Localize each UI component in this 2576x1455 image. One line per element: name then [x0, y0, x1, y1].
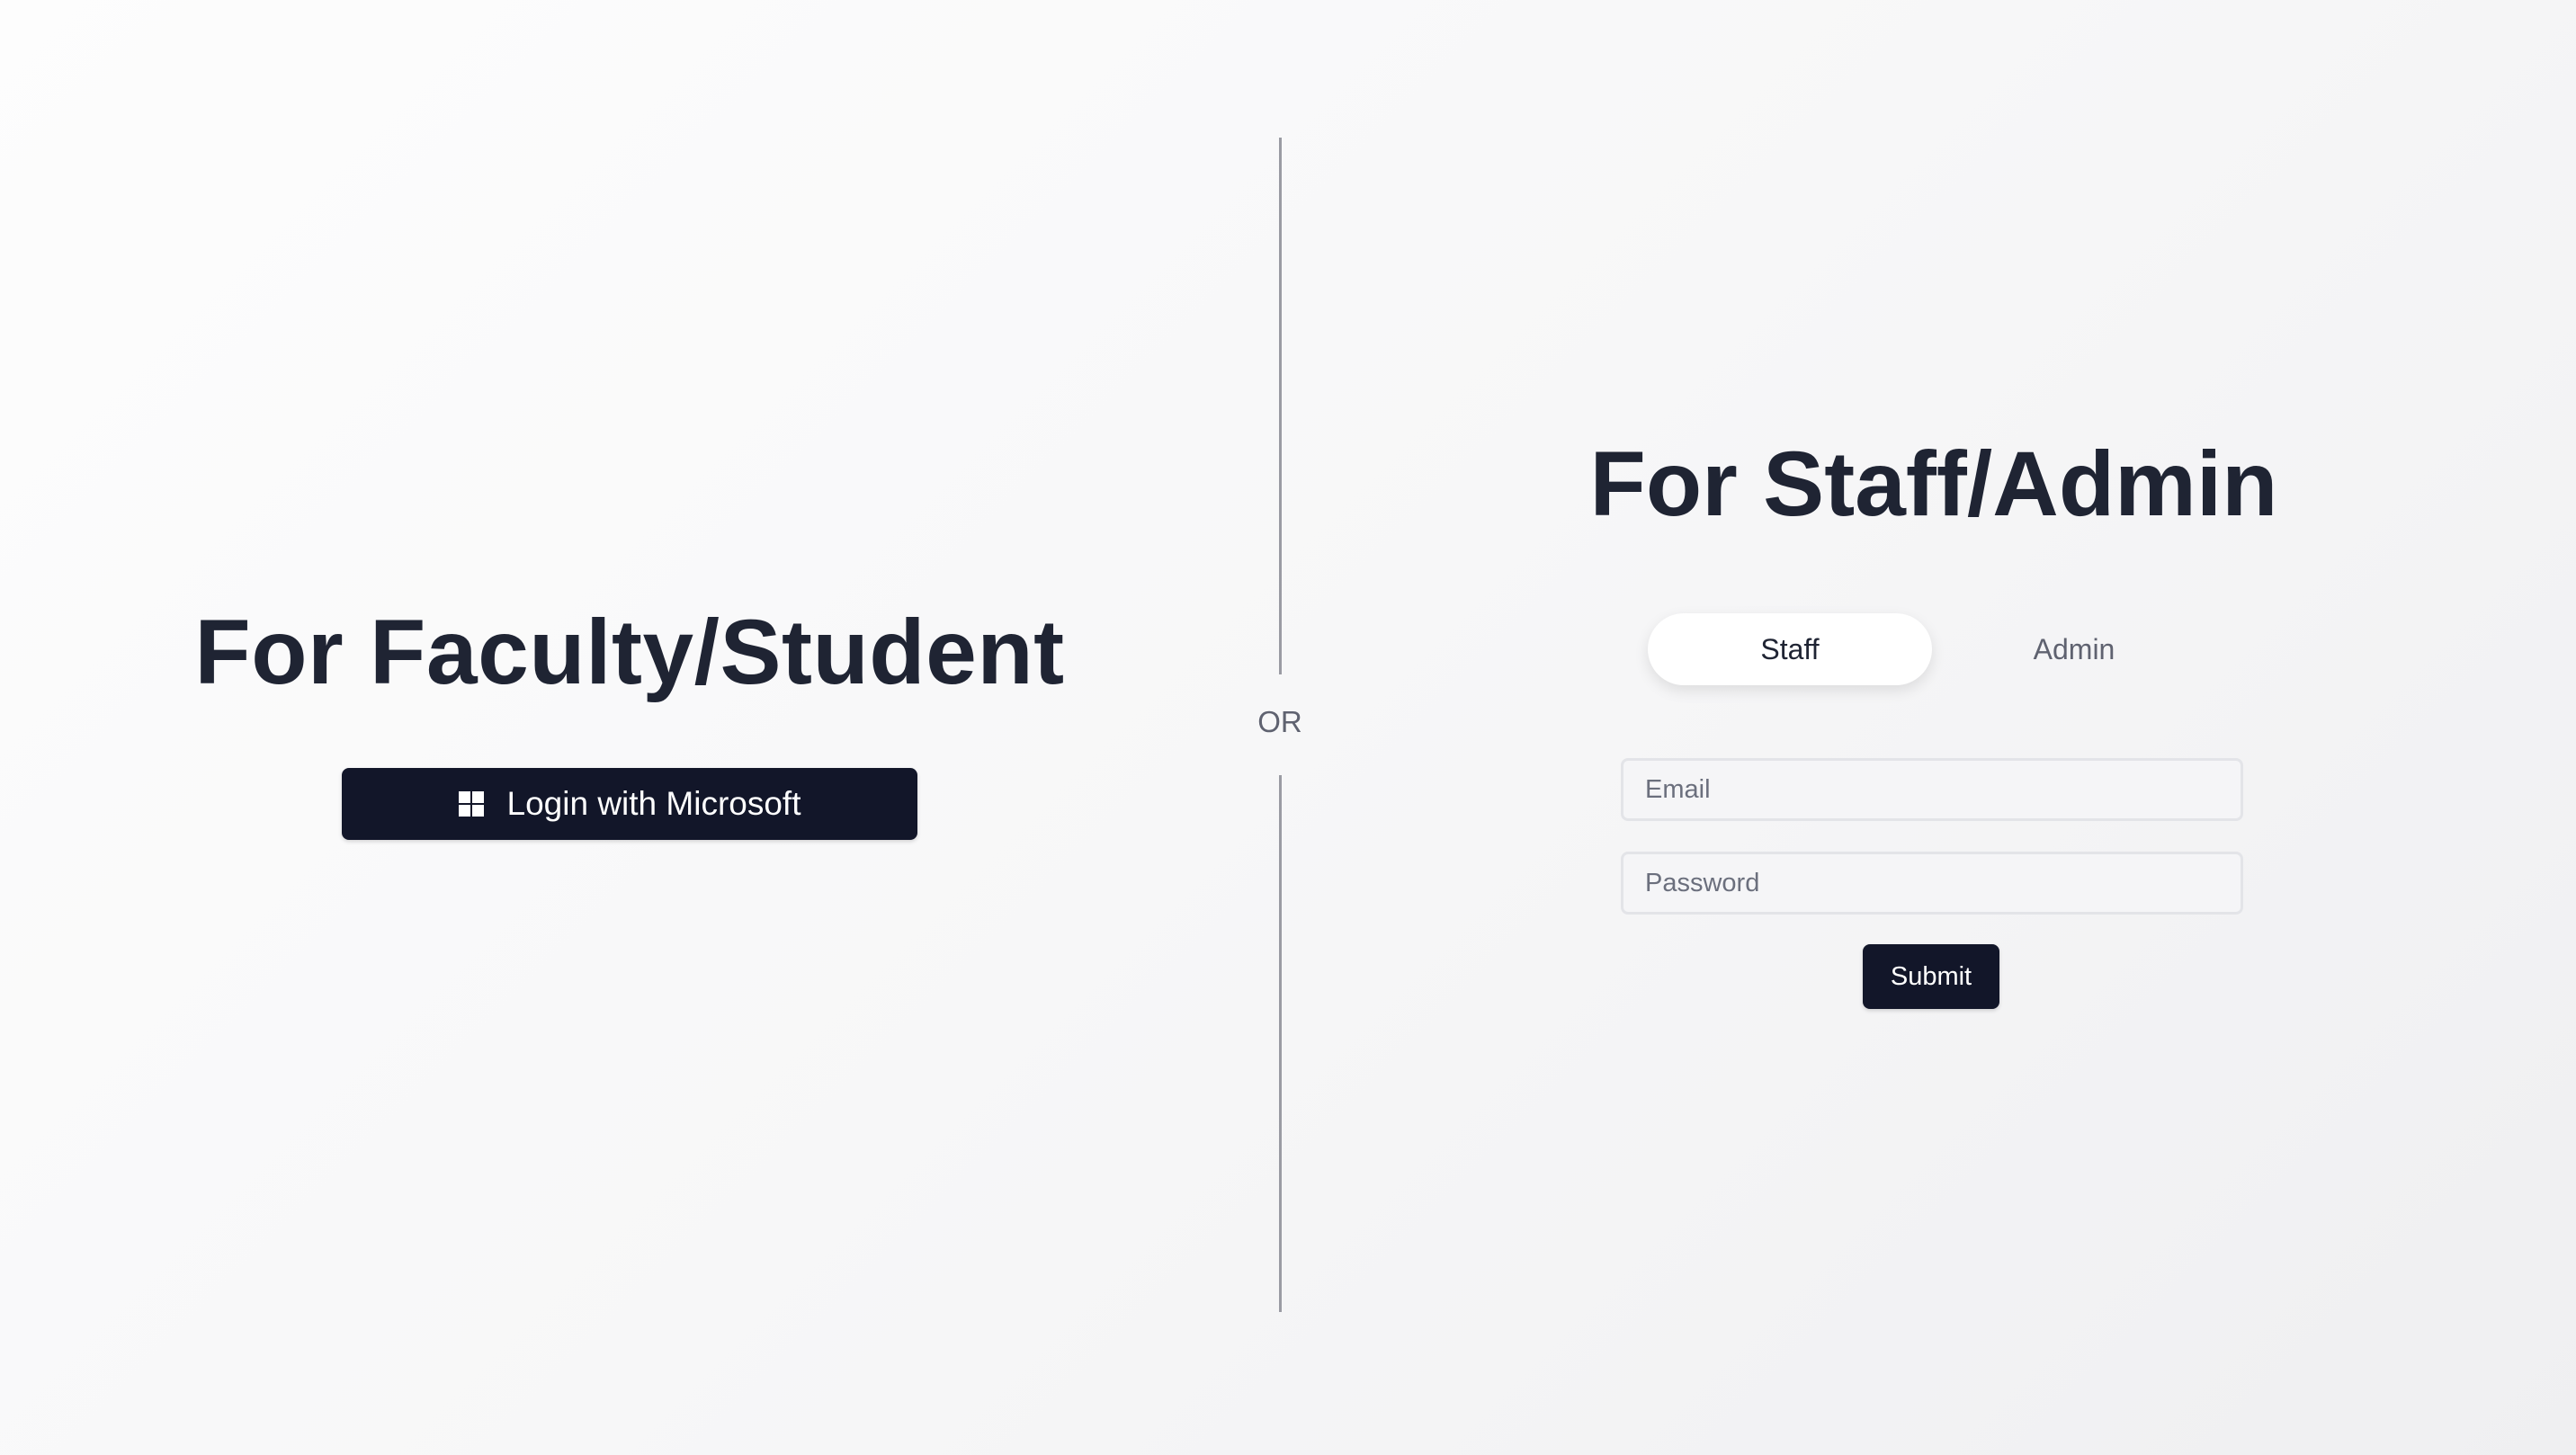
faculty-student-title: For Faculty/Student — [194, 601, 1065, 703]
email-field[interactable] — [1621, 758, 2243, 821]
divider-line-top — [1279, 138, 1282, 674]
password-field[interactable] — [1621, 852, 2243, 915]
or-label: OR — [1257, 705, 1302, 738]
role-tabs: Staff Admin — [1648, 613, 2216, 685]
login-with-microsoft-button[interactable]: Login with Microsoft — [342, 768, 917, 840]
login-with-microsoft-label: Login with Microsoft — [506, 785, 801, 822]
tab-staff[interactable]: Staff — [1648, 613, 1932, 685]
staff-admin-title: For Staff/Admin — [1589, 433, 2278, 535]
windows-icon — [458, 791, 484, 817]
tab-admin[interactable]: Admin — [1932, 613, 2216, 685]
submit-button[interactable]: Submit — [1863, 944, 1999, 1009]
divider-line-bottom — [1279, 775, 1282, 1312]
faculty-student-panel: For Faculty/Student Login with Microsoft — [0, 0, 1259, 1455]
